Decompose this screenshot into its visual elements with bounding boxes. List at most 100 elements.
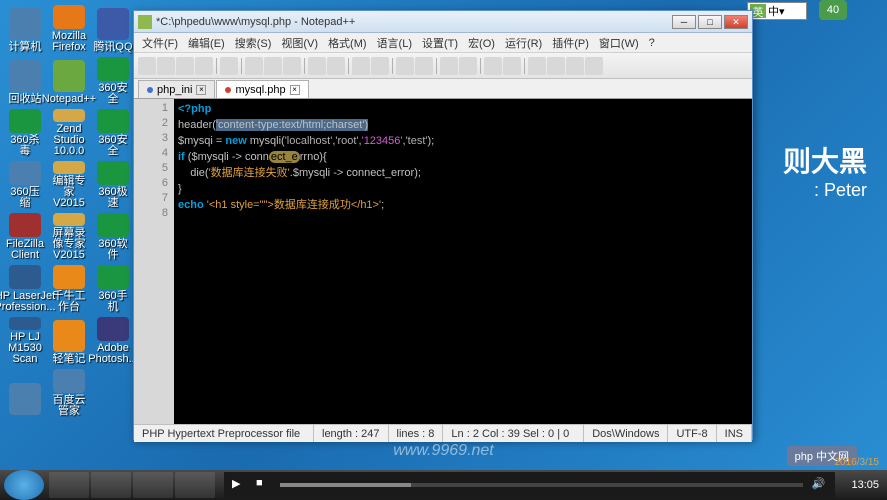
desktop-icon[interactable]: 千牛工作台 (49, 265, 89, 313)
notification-badge[interactable]: 40 (819, 0, 847, 20)
cut-icon[interactable] (245, 57, 263, 75)
desktop-icon[interactable]: 屏幕录像专家 V2015 (49, 213, 89, 261)
desktop-icon[interactable]: 腾讯QQ (93, 5, 133, 53)
progress-bar[interactable] (280, 483, 803, 487)
menu-item[interactable]: 窗口(W) (595, 33, 643, 53)
desktop-icon[interactable]: 360软件 (93, 213, 133, 261)
menubar: 文件(F)编辑(E)搜索(S)视图(V)格式(M)语言(L)设置(T)宏(O)运… (134, 33, 752, 53)
ime-mode[interactable]: 中 (768, 3, 779, 19)
dirty-indicator-icon (147, 87, 153, 93)
taskbar-item[interactable] (49, 472, 89, 498)
desktop-icons: 计算机Mozilla Firefox腾讯QQ回收站Notepad++360安全3… (5, 5, 135, 417)
desktop-icon[interactable]: 轻笔记 (49, 317, 89, 365)
open-file-icon[interactable] (157, 57, 175, 75)
desktop-icon[interactable]: 回收站 (5, 57, 45, 105)
paste-icon[interactable] (283, 57, 301, 75)
menu-item[interactable]: 语言(L) (373, 33, 416, 53)
video-player-bar: ▶ ■ 🔊 (224, 472, 835, 498)
desktop-icon[interactable]: 360安全 (93, 109, 133, 157)
save-icon[interactable] (176, 57, 194, 75)
close-button[interactable]: ✕ (724, 15, 748, 29)
save-all-icon[interactable] (195, 57, 213, 75)
desktop-icon[interactable]: 360压缩 (5, 161, 45, 209)
taskbar-item[interactable] (91, 472, 131, 498)
volume-icon[interactable]: 🔊 (811, 477, 827, 493)
menu-item[interactable]: 文件(F) (138, 33, 182, 53)
copy-icon[interactable] (264, 57, 282, 75)
editor-tab[interactable]: mysql.php× (216, 80, 308, 98)
status-encoding: UTF-8 (668, 425, 716, 442)
code-area[interactable]: <?php header('content-type:text/html;cha… (174, 99, 752, 424)
desktop-icon[interactable]: 百度云管家 (49, 369, 89, 417)
titlebar[interactable]: *C:\phpedu\www\mysql.php - Notepad++ ─ □… (134, 11, 752, 33)
editor: 12345678 <?php header('content-type:text… (134, 99, 752, 424)
desktop-icon[interactable]: Mozilla Firefox (49, 5, 89, 53)
macro-record-icon[interactable] (528, 57, 546, 75)
macro-play-icon[interactable] (547, 57, 565, 75)
new-file-icon[interactable] (138, 57, 156, 75)
desktop-icon[interactable]: 360极速 (93, 161, 133, 209)
wrap-icon[interactable] (440, 57, 458, 75)
desktop-icon[interactable]: HP LJ M1530 Scan (5, 317, 45, 365)
desktop-icon[interactable] (5, 369, 45, 417)
minimize-button[interactable]: ─ (672, 15, 696, 29)
system-tray[interactable]: 13:05 (843, 479, 887, 491)
show-chars-icon[interactable] (459, 57, 477, 75)
menu-item[interactable]: ? (645, 35, 659, 51)
macro-run-icon[interactable] (585, 57, 603, 75)
menu-item[interactable]: 搜索(S) (231, 33, 276, 53)
tab-close-icon[interactable]: × (290, 85, 300, 95)
stop-icon[interactable]: ■ (256, 477, 272, 493)
menu-item[interactable]: 视图(V) (277, 33, 322, 53)
menu-item[interactable]: 格式(M) (324, 33, 371, 53)
desktop-icon[interactable]: 计算机 (5, 5, 45, 53)
menu-item[interactable]: 设置(T) (418, 33, 462, 53)
status-eol: Dos\Windows (584, 425, 668, 442)
desktop-icon[interactable]: 360安全 (93, 57, 133, 105)
maximize-button[interactable]: □ (698, 15, 722, 29)
play-icon[interactable]: ▶ (232, 477, 248, 493)
desktop-icon[interactable]: Notepad++ (49, 57, 89, 105)
date-stamp: 2016/3/15 (835, 457, 880, 468)
desktop-icon[interactable]: 360杀毒 (5, 109, 45, 157)
indent-icon[interactable] (484, 57, 502, 75)
taskbar-item[interactable] (133, 472, 173, 498)
app-icon (138, 15, 152, 29)
toolbar (134, 53, 752, 79)
editor-tab[interactable]: php_ini× (138, 80, 215, 98)
status-position: Ln : 2 Col : 39 Sel : 0 | 0 (443, 425, 584, 442)
desktop-icon[interactable]: HP LaserJet Profession... (5, 265, 45, 313)
taskbar-item[interactable] (175, 472, 215, 498)
desktop-icon[interactable]: FileZilla Client (5, 213, 45, 261)
start-button[interactable] (4, 470, 44, 500)
desktop-icon[interactable]: Zend Studio 10.0.0 (49, 109, 89, 157)
line-gutter: 12345678 (134, 99, 174, 424)
find-icon[interactable] (352, 57, 370, 75)
watermark: www.9969.net (393, 442, 494, 460)
tab-bar: php_ini×mysql.php× (134, 79, 752, 99)
wallpaper-subtext: : Peter (814, 180, 867, 201)
ime-toolbar[interactable]: 英 中 ▾ (747, 2, 807, 20)
menu-item[interactable]: 编辑(E) (184, 33, 229, 53)
menu-item[interactable]: 插件(P) (548, 33, 593, 53)
desktop-icon[interactable]: 编辑专家 V2015 (49, 161, 89, 209)
taskbar: ▶ ■ 🔊 13:05 (0, 470, 887, 500)
replace-icon[interactable] (371, 57, 389, 75)
status-length: length : 247 (314, 425, 389, 442)
outdent-icon[interactable] (503, 57, 521, 75)
menu-item[interactable]: 运行(R) (501, 33, 546, 53)
dirty-indicator-icon (225, 87, 231, 93)
undo-icon[interactable] (308, 57, 326, 75)
desktop-icon[interactable]: 360手机 (93, 265, 133, 313)
menu-item[interactable]: 宏(O) (464, 33, 499, 53)
redo-icon[interactable] (327, 57, 345, 75)
macro-stop-icon[interactable] (566, 57, 584, 75)
print-icon[interactable] (220, 57, 238, 75)
zoom-out-icon[interactable] (415, 57, 433, 75)
ime-dropdown-icon[interactable]: ▾ (779, 5, 785, 18)
tab-close-icon[interactable]: × (196, 85, 206, 95)
wallpaper-text: 则大黑 (783, 140, 867, 180)
desktop-icon[interactable]: Adobe Photosh... (93, 317, 133, 365)
status-filetype: PHP Hypertext Preprocessor file (134, 425, 314, 442)
zoom-in-icon[interactable] (396, 57, 414, 75)
